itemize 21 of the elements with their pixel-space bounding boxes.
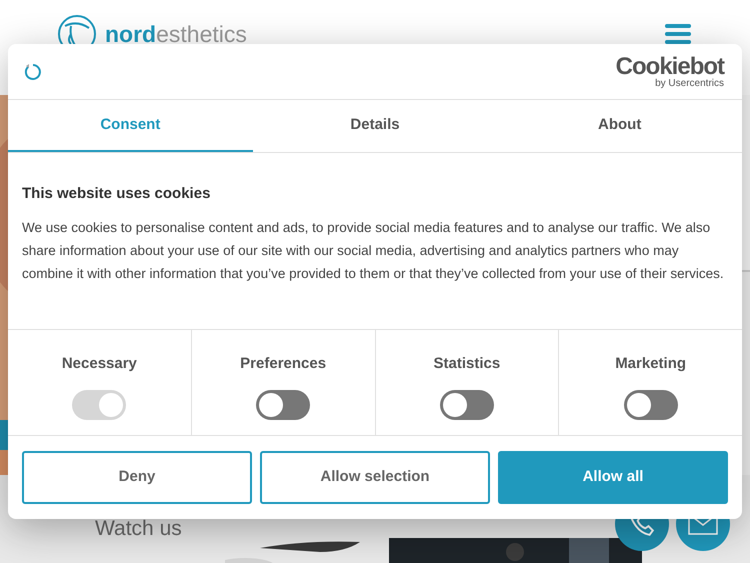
category-label: Necessary <box>62 354 137 374</box>
brand-subtitle: by Usercentrics <box>655 78 724 88</box>
dialog-title: This website uses cookies <box>22 184 212 204</box>
consent-button[interactable]: Deny <box>22 451 252 504</box>
menu-icon[interactable] <box>665 24 691 44</box>
category-label: Marketing <box>615 354 686 374</box>
tab[interactable]: Details <box>252 100 498 152</box>
toggle-switch[interactable] <box>624 390 678 420</box>
category-label: Preferences <box>240 354 326 374</box>
consent-button[interactable]: Allow selection <box>260 451 490 504</box>
brand-logo: Cookiebot <box>616 54 724 78</box>
refresh-icon <box>24 62 42 80</box>
toggle-switch[interactable] <box>256 390 310 420</box>
cookie-description: We use cookies to personalise content and ads, to provide social media features and to analyse our traffic. We also share information about your use of our site with our social media, advertising and analytics partners who may combine it with other information that you’ve provided to them or that they’ve collected from your use of their services. <box>22 218 725 283</box>
tab[interactable]: Consent <box>8 100 253 152</box>
tab[interactable]: About <box>497 100 742 152</box>
section-title: Watch us <box>95 516 182 542</box>
category-label: Statistics <box>434 354 500 374</box>
allow-all-button[interactable]: Allow all <box>498 451 728 504</box>
site-logo[interactable]: nordesthetics <box>105 22 247 46</box>
toggle-switch[interactable] <box>440 390 494 420</box>
